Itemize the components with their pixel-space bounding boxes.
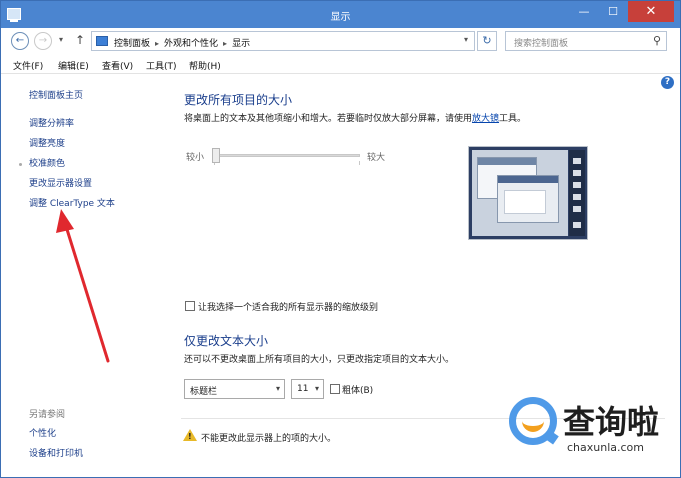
display-window: 显示 — ☐ ✕ ← → ▾ ↑ 控制面板 ▸ 外观和个性化 ▸ 显示 ▾ ↻ 搜索控制… (0, 0, 681, 478)
watermark-url: chaxunla.com (567, 441, 644, 454)
watermark-brand: 查询啦 (563, 403, 660, 441)
